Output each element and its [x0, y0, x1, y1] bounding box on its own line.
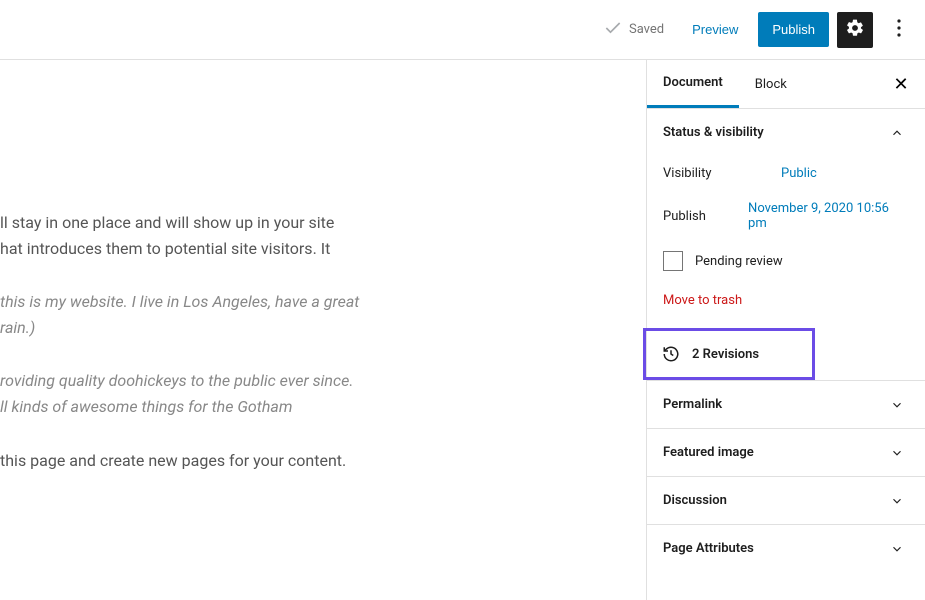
panel-header-permalink[interactable]: Permalink: [647, 381, 925, 428]
revisions-label: 2 Revisions: [692, 347, 759, 362]
sidebar-tabs: Document Block ✕: [647, 60, 925, 108]
publish-date-value[interactable]: November 9, 2020 10:56 pm: [748, 201, 909, 231]
editor-line: ll stay in one place and will show up in…: [0, 213, 334, 232]
panel-title: Permalink: [663, 397, 722, 412]
panel-header-discussion[interactable]: Discussion: [647, 477, 925, 524]
pending-review-row: Pending review: [663, 241, 909, 281]
panel-body-status-visibility: Visibility Public Publish November 9, 20…: [647, 156, 925, 328]
gear-icon: [845, 18, 865, 41]
panel-title: Status & visibility: [663, 125, 764, 140]
settings-button[interactable]: [837, 12, 873, 48]
check-icon: [603, 18, 623, 42]
publish-label: Publish: [663, 209, 748, 224]
editor-line: hat introduces them to potential site vi…: [0, 239, 330, 258]
panel-title: Page Attributes: [663, 541, 754, 556]
panel-title: Featured image: [663, 445, 754, 460]
tab-block[interactable]: Block: [739, 60, 803, 108]
revisions-panel[interactable]: 2 Revisions: [643, 328, 815, 380]
publish-button[interactable]: Publish: [758, 12, 829, 47]
editor-line: rain.): [0, 318, 35, 337]
settings-sidebar: Document Block ✕ Status & visibility Vis…: [646, 60, 925, 600]
editor-line: this is my website. I live in Los Angele…: [0, 292, 359, 311]
chevron-down-icon: [885, 542, 909, 556]
chevron-up-icon: [885, 126, 909, 140]
editor-line: roviding quality doohickeys to the publi…: [0, 371, 353, 390]
panel-header-status-visibility[interactable]: Status & visibility: [647, 109, 925, 156]
main-layout: ll stay in one place and will show up in…: [0, 60, 925, 600]
panel-header-featured-image[interactable]: Featured image: [647, 429, 925, 476]
visibility-label: Visibility: [663, 166, 749, 181]
panel-permalink: Permalink: [647, 380, 925, 428]
editor-line: ll kinds of awesome things for the Gotha…: [0, 397, 292, 416]
publish-row: Publish November 9, 2020 10:56 pm: [663, 191, 909, 241]
chevron-down-icon: [885, 494, 909, 508]
editor-content[interactable]: ll stay in one place and will show up in…: [0, 60, 646, 600]
pending-review-label: Pending review: [695, 254, 783, 269]
kebab-icon: [897, 19, 901, 40]
panel-title: Discussion: [663, 493, 727, 508]
top-toolbar: Saved Preview Publish: [0, 0, 925, 60]
preview-button[interactable]: Preview: [680, 14, 750, 45]
close-sidebar-button[interactable]: ✕: [877, 60, 925, 108]
chevron-down-icon: [885, 398, 909, 412]
editor-line: this page and create new pages for your …: [0, 451, 346, 470]
move-to-trash-link[interactable]: Move to trash: [663, 293, 742, 308]
panel-featured-image: Featured image: [647, 428, 925, 476]
panel-page-attributes: Page Attributes: [647, 524, 925, 572]
panel-status-visibility: Status & visibility Visibility Public Pu…: [647, 108, 925, 328]
visibility-row: Visibility Public: [663, 156, 909, 191]
panel-discussion: Discussion: [647, 476, 925, 524]
close-icon: ✕: [893, 74, 908, 95]
tab-document[interactable]: Document: [647, 60, 739, 108]
saved-label: Saved: [629, 22, 664, 37]
history-icon: [662, 345, 680, 363]
pending-review-checkbox[interactable]: [663, 251, 683, 271]
move-to-trash-row: Move to trash: [663, 281, 909, 312]
saved-indicator: Saved: [603, 18, 664, 42]
visibility-value[interactable]: Public: [781, 166, 817, 181]
panel-header-page-attributes[interactable]: Page Attributes: [647, 525, 925, 572]
more-options-button[interactable]: [881, 12, 917, 48]
chevron-down-icon: [885, 446, 909, 460]
